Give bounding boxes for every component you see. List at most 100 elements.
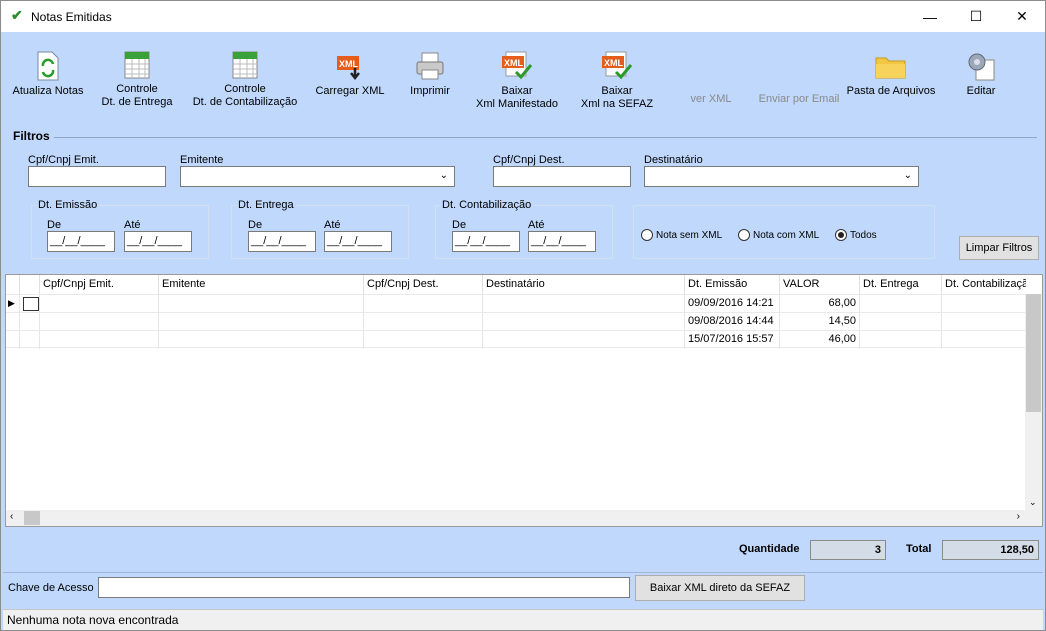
chevron-down-icon[interactable]: ⌄	[1029, 497, 1037, 508]
row-checkbox-cell[interactable]	[20, 295, 40, 313]
de-label: De	[248, 219, 263, 231]
chave-acesso-input[interactable]	[98, 577, 630, 598]
xml-filter-group: Nota sem XML Nota com XML Todos	[633, 205, 935, 259]
limpar-filtros-button[interactable]: Limpar Filtros	[959, 236, 1039, 260]
cpf-emit-cell	[40, 331, 159, 349]
enviar-email-button[interactable]: Enviar por Email	[755, 93, 843, 106]
controle-entrega-label-1: Controle	[116, 83, 158, 95]
baixar-xml-manifestado-button[interactable]: XML Baixar Xml Manifestado	[473, 50, 561, 111]
dt-entrega-ate-input[interactable]: __/__/____	[324, 231, 392, 252]
cpf-dest-input[interactable]	[493, 166, 631, 187]
baixar-manif-label-1: Baixar	[501, 85, 533, 97]
dt-entrega-cell	[860, 331, 942, 349]
dt-contabilizacao-group: Dt. Contabilização De __/__/____ Até __/…	[435, 199, 613, 259]
total-label: Total	[906, 543, 932, 555]
column-header[interactable]: Emitente	[159, 275, 364, 294]
radio-circle	[738, 229, 750, 241]
column-header[interactable]: Cpf/Cnpj Dest.	[364, 275, 483, 294]
imprimir-button[interactable]: Imprimir	[397, 50, 463, 98]
baixar-xml-sefaz-direto-button[interactable]: Baixar XML direto da SEFAZ	[635, 575, 805, 601]
emitente-cell	[159, 295, 364, 313]
todos-label: Todos	[850, 229, 877, 241]
destinatario-combo[interactable]: ⌄	[644, 166, 919, 187]
minimize-button[interactable]: —	[907, 1, 953, 32]
chave-acesso-panel: Chave de Acesso Baixar XML direto da SEF…	[3, 572, 1043, 605]
controle-contabilizacao-button[interactable]: Controle Dt. de Contabilização	[187, 50, 303, 109]
vertical-scrollbar[interactable]: ⌄	[1025, 294, 1042, 510]
row-checkbox-cell[interactable]	[20, 331, 40, 349]
chevron-left-icon[interactable]: ‹	[10, 511, 13, 522]
carregar-xml-button[interactable]: XML Carregar XML	[313, 50, 387, 98]
xml-download-icon: XML	[337, 56, 360, 81]
controle-entrega-button[interactable]: Controle Dt. de Entrega	[97, 50, 177, 109]
chevron-right-icon[interactable]: ›	[1017, 511, 1020, 522]
column-header[interactable]: Destinatário	[483, 275, 685, 294]
radio-circle	[641, 229, 653, 241]
filtros-heading: Filtros	[13, 129, 50, 143]
xml-check-icon: XML	[502, 51, 533, 80]
nota-com-xml-radio[interactable]: Nota com XML	[738, 229, 819, 241]
maximize-button[interactable]: ☐	[953, 1, 999, 32]
column-header[interactable]: Cpf/Cnpj Emit.	[40, 275, 159, 294]
status-bar: Nenhuma nota nova encontrada	[3, 609, 1043, 630]
nota-sem-xml-radio[interactable]: Nota sem XML	[641, 229, 722, 241]
column-header[interactable]: Dt. Contabilização	[942, 275, 1026, 294]
dt-contab-cell	[942, 313, 1026, 331]
dt-emissao-cell: 09/08/2016 14:44	[685, 313, 780, 331]
row-checkbox-cell[interactable]	[20, 313, 40, 331]
notas-grid: Cpf/Cnpj Emit. Emitente Cpf/Cnpj Dest. D…	[5, 274, 1043, 527]
destinatario-cell	[483, 331, 685, 349]
dt-emissao-de-input[interactable]: __/__/____	[47, 231, 115, 252]
cpf-dest-cell	[364, 295, 483, 313]
close-button[interactable]: ✕	[999, 1, 1045, 32]
column-header[interactable]: Dt. Entrega	[860, 275, 942, 294]
gear-document-icon	[968, 53, 995, 81]
nota-sem-xml-label: Nota sem XML	[656, 229, 723, 241]
table-row[interactable]: 09/08/2016 14:44 14,50	[6, 312, 1026, 331]
dt-emissao-title: Dt. Emissão	[36, 199, 100, 211]
cpf-emit-input[interactable]	[28, 166, 166, 187]
editar-label: Editar	[966, 85, 996, 97]
row-header-corner	[6, 275, 20, 294]
scroll-thumb[interactable]	[1026, 294, 1041, 412]
imprimir-label: Imprimir	[410, 85, 450, 97]
baixar-sefaz-label-2: Xml na SEFAZ	[580, 98, 654, 110]
scroll-thumb[interactable]	[24, 511, 40, 525]
column-header[interactable]: Dt. Emissão	[685, 275, 780, 294]
cpf-dest-cell	[364, 331, 483, 349]
ate-label: Até	[124, 219, 141, 231]
dt-contab-cell	[942, 331, 1026, 349]
destinatario-cell	[483, 295, 685, 313]
dt-entrega-de-input[interactable]: __/__/____	[248, 231, 316, 252]
dt-emissao-ate-input[interactable]: __/__/____	[124, 231, 192, 252]
todos-radio[interactable]: Todos	[835, 229, 877, 241]
baixar-manif-label-2: Xml Manifestado	[476, 98, 558, 110]
dt-contab-ate-input[interactable]: __/__/____	[528, 231, 596, 252]
editar-button[interactable]: Editar	[951, 50, 1011, 98]
checkbox[interactable]	[23, 297, 39, 311]
radio-circle-selected	[835, 229, 847, 241]
quantidade-label: Quantidade	[739, 543, 800, 555]
table-row[interactable]: ▶ 09/09/2016 14:21 68,00	[6, 294, 1026, 313]
pasta-arquivos-button[interactable]: Pasta de Arquivos	[843, 50, 939, 98]
dt-contab-de-input[interactable]: __/__/____	[452, 231, 520, 252]
total-value: 128,50	[942, 540, 1039, 560]
atualiza-notas-button[interactable]: Atualiza Notas	[9, 50, 87, 98]
destinatario-label: Destinatário	[644, 154, 703, 166]
emitente-combo[interactable]: ⌄	[180, 166, 455, 187]
ate-label: Até	[528, 219, 545, 231]
horizontal-scrollbar[interactable]: ‹ ›	[6, 510, 1042, 526]
title-bar: ✔ Notas Emitidas — ☐ ✕	[1, 1, 1045, 32]
destinatario-cell	[483, 313, 685, 331]
window-title: Notas Emitidas	[31, 10, 112, 24]
svg-text:XML: XML	[604, 58, 624, 68]
baixar-xml-sefaz-button[interactable]: XML Baixar Xml na SEFAZ	[577, 50, 657, 111]
column-header[interactable]: VALOR	[780, 275, 860, 294]
ver-xml-label: ver XML	[690, 93, 732, 105]
ver-xml-button[interactable]: ver XML	[679, 93, 743, 106]
table-row[interactable]: 15/07/2016 15:57 46,00	[6, 330, 1026, 349]
dt-emissao-cell: 15/07/2016 15:57	[685, 331, 780, 349]
filtros-divider	[54, 137, 1037, 138]
atualiza-notas-label: Atualiza Notas	[12, 85, 84, 97]
enviar-email-label: Enviar por Email	[758, 93, 840, 105]
